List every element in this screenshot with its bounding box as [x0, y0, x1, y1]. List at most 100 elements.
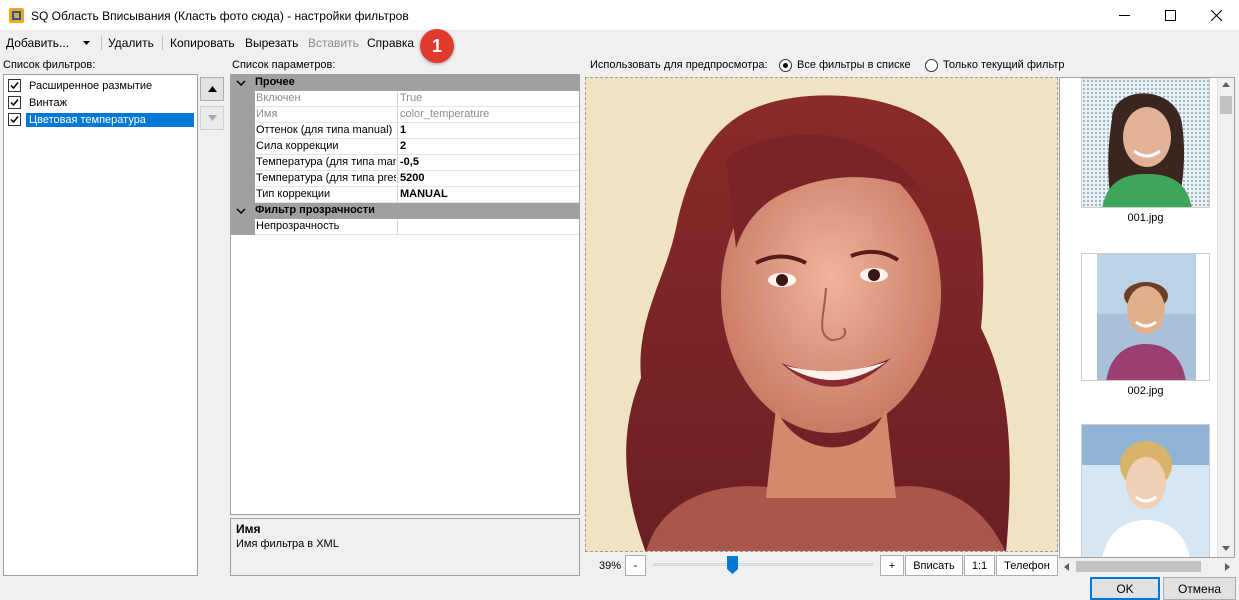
column-divider [397, 123, 398, 139]
property-value[interactable]: True [400, 92, 422, 104]
scroll-down-icon[interactable] [1222, 546, 1230, 551]
cancel-button[interactable]: Отмена [1163, 577, 1236, 600]
close-button[interactable] [1193, 0, 1239, 31]
description-panel: Имя Имя фильтра в XML [230, 518, 580, 576]
property-row[interactable]: Температура (для типа manual) -0,5 [231, 155, 579, 171]
maximize-button[interactable] [1147, 0, 1193, 31]
thumbnail-003[interactable] [1081, 424, 1210, 557]
maximize-icon [1164, 10, 1176, 21]
radio-all-filters[interactable] [779, 59, 792, 72]
description-title: Имя [236, 522, 261, 536]
paste-button[interactable]: Вставить [308, 36, 359, 50]
zoom-level: 39% [599, 560, 622, 572]
filter-checkbox[interactable] [8, 113, 21, 126]
thumbnail-caption: 001.jpg [1127, 212, 1164, 224]
filter-item[interactable]: Винтаж [8, 94, 70, 111]
filter-item[interactable]: Расширенное размытие [8, 77, 155, 94]
property-name: Температура (для типа manual) [256, 156, 396, 168]
property-name: Тип коррекции [256, 188, 331, 200]
description-text: Имя фильтра в XML [236, 538, 339, 550]
app-icon [9, 8, 24, 23]
filter-item-selected[interactable]: Цветовая температура [8, 111, 194, 128]
property-row[interactable]: Тип коррекции MANUAL [231, 187, 579, 203]
move-down-button[interactable] [200, 106, 224, 130]
preview-use-label: Использовать для предпросмотра: [590, 59, 768, 71]
property-row[interactable]: Сила коррекции 2 [231, 139, 579, 155]
actual-size-button[interactable]: 1:1 [964, 555, 995, 576]
fit-button[interactable]: Вписать [905, 555, 963, 576]
property-name: Включен [256, 92, 301, 104]
delete-button[interactable]: Удалить [108, 36, 154, 50]
property-value[interactable]: 2 [400, 140, 406, 152]
column-divider [397, 171, 398, 187]
scroll-up-icon[interactable] [1222, 82, 1230, 87]
row-gutter [231, 219, 255, 235]
add-button[interactable]: Добавить... [6, 36, 69, 50]
property-name: Непрозрачность [256, 220, 340, 232]
toolbar: Добавить... Удалить Копировать Вырезать … [0, 31, 1239, 54]
checkmark-icon [10, 99, 19, 107]
radio-current-filter[interactable] [925, 59, 938, 72]
category-row[interactable]: Прочее [231, 75, 579, 91]
minimize-button[interactable] [1101, 0, 1147, 31]
scrollbar-thumb[interactable] [1076, 561, 1201, 572]
checkmark-icon [10, 116, 19, 124]
filter-checkbox[interactable] [8, 79, 21, 92]
category-label: Прочее [255, 76, 295, 88]
property-value[interactable]: MANUAL [400, 188, 448, 200]
move-up-button[interactable] [200, 77, 224, 101]
thumbnail-image [1082, 425, 1209, 557]
column-divider [397, 139, 398, 155]
arrow-down-icon [207, 115, 217, 121]
copy-button[interactable]: Копировать [170, 36, 235, 50]
category-row[interactable]: Фильтр прозрачности [231, 203, 579, 219]
thumbnail-horizontal-scrollbar[interactable] [1059, 558, 1235, 575]
property-value[interactable]: -0,5 [400, 156, 419, 168]
filter-label: Винтаж [29, 96, 67, 109]
zoom-slider-thumb[interactable] [727, 556, 739, 574]
property-row[interactable]: Включен True [231, 91, 579, 107]
annotation-badge-1: 1 [420, 29, 454, 63]
property-grid: Прочее Включен True Имя color_temperatur… [230, 74, 580, 515]
scrollbar-thumb[interactable] [1220, 96, 1232, 114]
thumbnail-002[interactable] [1081, 253, 1210, 381]
chevron-down-icon[interactable] [236, 206, 246, 216]
radio-all-filters-label[interactable]: Все фильтры в списке [797, 59, 911, 71]
thumbnail-image [1082, 254, 1209, 380]
property-row[interactable]: Непрозрачность [231, 219, 579, 235]
thumbnail-001[interactable] [1081, 78, 1210, 208]
zoom-slider-track[interactable] [653, 563, 873, 566]
column-divider [397, 155, 398, 171]
slider-thumb-icon [727, 556, 739, 574]
property-value[interactable]: 5200 [400, 172, 424, 184]
property-row[interactable]: Температура (для типа preset) 5200 [231, 171, 579, 187]
ok-button[interactable]: OK [1090, 577, 1160, 600]
chevron-down-icon[interactable] [83, 41, 90, 45]
preview-canvas[interactable] [585, 77, 1058, 552]
help-button[interactable]: Справка [367, 36, 414, 50]
toolbar-separator [162, 36, 163, 50]
radio-current-filter-label[interactable]: Только текущий фильтр [943, 59, 1065, 71]
cut-button[interactable]: Вырезать [245, 36, 298, 50]
arrow-up-icon [207, 86, 217, 92]
filter-label: Расширенное размытие [29, 79, 153, 92]
property-value[interactable]: 1 [400, 124, 406, 136]
property-row[interactable]: Имя color_temperature [231, 107, 579, 123]
property-value[interactable]: color_temperature [400, 108, 489, 120]
property-row[interactable]: Оттенок (для типа manual) 1 [231, 123, 579, 139]
scroll-left-icon[interactable] [1064, 563, 1069, 571]
row-gutter [231, 123, 255, 139]
filters-list: Расширенное размытие Винтаж Цветовая тем… [3, 74, 198, 576]
phone-preview-button[interactable]: Телефон [996, 555, 1058, 576]
zoom-out-button[interactable]: - [625, 555, 646, 576]
thumbnail-vertical-scrollbar[interactable] [1217, 78, 1234, 557]
filter-checkbox[interactable] [8, 96, 21, 109]
minimize-icon [1118, 15, 1130, 16]
scroll-right-icon[interactable] [1225, 563, 1230, 571]
row-gutter [231, 171, 255, 187]
property-name: Температура (для типа preset) [256, 172, 396, 184]
zoom-in-button[interactable]: + [880, 555, 904, 576]
checkmark-icon [10, 82, 19, 90]
chevron-down-icon[interactable] [236, 78, 246, 88]
toolbar-separator [101, 36, 102, 50]
